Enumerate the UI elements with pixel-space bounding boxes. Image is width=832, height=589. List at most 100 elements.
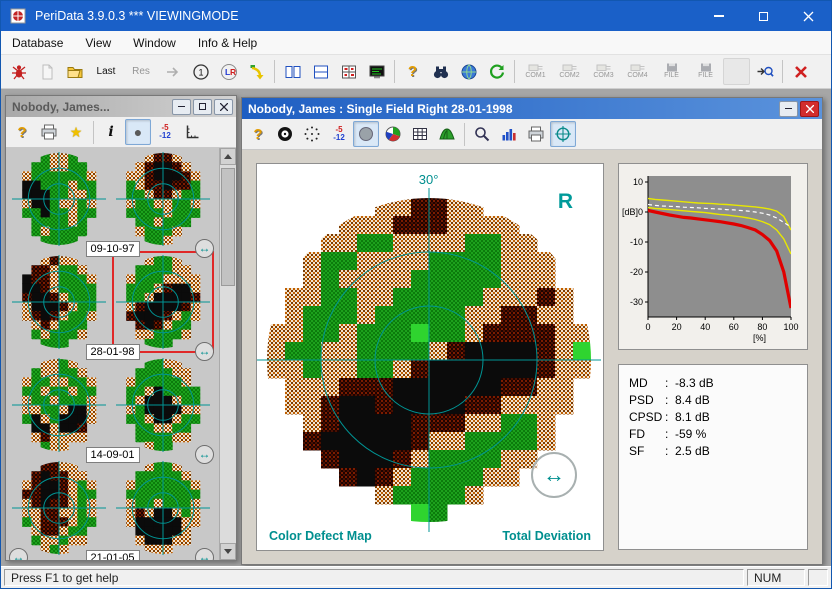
stat-value: -8.3 dB bbox=[675, 376, 714, 390]
toolbar-separator bbox=[394, 60, 395, 83]
left-right-button[interactable]: LR bbox=[215, 58, 242, 85]
toolbar-button-label: FILE bbox=[698, 72, 713, 80]
search-button[interactable] bbox=[427, 58, 454, 85]
svg-text:40: 40 bbox=[700, 322, 710, 332]
stat-colon bbox=[665, 427, 675, 441]
blank-button bbox=[723, 58, 750, 85]
grayscale-map-icon bbox=[276, 125, 294, 143]
field-close-button[interactable] bbox=[800, 101, 819, 117]
scroll-up-button[interactable] bbox=[220, 148, 236, 165]
menu-database[interactable]: Database bbox=[1, 32, 74, 54]
overview-minimize-button[interactable] bbox=[172, 99, 191, 115]
menu-info-help[interactable]: Info & Help bbox=[187, 32, 268, 54]
exam-thumbnail-21-01-05-left[interactable] bbox=[11, 460, 107, 556]
favorite-button[interactable]: ★ bbox=[63, 119, 89, 145]
help-button[interactable]: ? bbox=[245, 121, 271, 147]
com-icon bbox=[596, 63, 612, 72]
cursor-cross-button[interactable] bbox=[550, 121, 576, 147]
menu-window[interactable]: Window bbox=[122, 32, 187, 54]
display-mode-button[interactable] bbox=[363, 58, 390, 85]
zoom-button[interactable] bbox=[469, 121, 495, 147]
stat-value: 8.1 dB bbox=[675, 410, 710, 424]
histogram-button[interactable] bbox=[496, 121, 522, 147]
four-fields-button[interactable] bbox=[335, 58, 362, 85]
axes-button[interactable] bbox=[179, 119, 205, 145]
exam-thumbnail-09-10-97-right[interactable] bbox=[115, 151, 211, 247]
last-button[interactable]: Last bbox=[89, 58, 123, 85]
profile-3d-button[interactable] bbox=[434, 121, 460, 147]
status-bar: Press F1 to get help NUM bbox=[1, 566, 831, 588]
file-export-button: FILE bbox=[655, 58, 688, 85]
com2-button: COM2 bbox=[553, 58, 586, 85]
app-window: PeriData 3.9.0.3 *** VIEWINGMODE Databas… bbox=[0, 0, 832, 589]
stat-row-md: MD-8.3 dB bbox=[629, 374, 797, 391]
symbol-map-button[interactable] bbox=[299, 121, 325, 147]
print-button[interactable] bbox=[523, 121, 549, 147]
sector-chart-button[interactable] bbox=[380, 121, 406, 147]
stat-value: 2.5 dB bbox=[675, 444, 710, 458]
grayscale-map-button[interactable] bbox=[272, 121, 298, 147]
maximize-button[interactable] bbox=[741, 1, 786, 31]
stat-colon bbox=[665, 410, 675, 424]
split-view-button[interactable] bbox=[307, 58, 334, 85]
svg-text:80: 80 bbox=[757, 322, 767, 332]
grid-button[interactable] bbox=[407, 121, 433, 147]
print-icon bbox=[527, 125, 545, 143]
exam-thumbnail-09-10-97-left[interactable] bbox=[11, 151, 107, 247]
exam-thumbnail-28-01-98-left[interactable] bbox=[11, 254, 107, 350]
print-button[interactable] bbox=[36, 119, 62, 145]
scroll-down-button[interactable] bbox=[220, 543, 236, 560]
help-icon: ? bbox=[253, 127, 262, 142]
overview-title-bar[interactable]: Nobody, James... bbox=[6, 96, 236, 117]
stat-row-sf: SF2.5 dB bbox=[629, 442, 797, 459]
close-button[interactable] bbox=[786, 1, 831, 31]
print-icon bbox=[40, 123, 58, 141]
minimize-button[interactable] bbox=[696, 1, 741, 31]
zoom-mode-button[interactable] bbox=[751, 58, 778, 85]
exam-thumbnail-14-09-01-right[interactable] bbox=[115, 357, 211, 453]
open-button[interactable] bbox=[61, 58, 88, 85]
color-map-button[interactable] bbox=[353, 121, 379, 147]
toolbar-separator bbox=[274, 60, 275, 83]
scrollbar[interactable] bbox=[219, 148, 236, 560]
help-button[interactable]: ? bbox=[399, 58, 426, 85]
stat-colon bbox=[665, 444, 675, 458]
color-map-button[interactable]: ● bbox=[125, 119, 151, 145]
scale-button[interactable]: -5-12 bbox=[326, 121, 352, 147]
field-minimize-button[interactable] bbox=[779, 101, 798, 117]
field-title-bar[interactable]: Nobody, James : Single Field Right 28-01… bbox=[242, 98, 822, 119]
stat-row-fd: FD-59 % bbox=[629, 425, 797, 442]
scale-button[interactable]: -5-12 bbox=[152, 119, 178, 145]
title-bar[interactable]: PeriData 3.9.0.3 *** VIEWINGMODE bbox=[1, 1, 831, 31]
exit-button[interactable] bbox=[5, 58, 32, 85]
exam-date-label: 14-09-01 bbox=[85, 447, 139, 463]
exam-thumbnail-28-01-98-right[interactable] bbox=[115, 254, 211, 350]
exam-row: 09-10-97↔ bbox=[6, 151, 219, 254]
jump-button[interactable] bbox=[243, 58, 270, 85]
menu-view[interactable]: View bbox=[74, 32, 122, 54]
exam-thumbnail-14-09-01-left[interactable] bbox=[11, 357, 107, 453]
lr-icon: LR bbox=[220, 63, 238, 81]
scrollbar-thumb[interactable] bbox=[221, 168, 235, 286]
refresh-button[interactable] bbox=[483, 58, 510, 85]
single-exam-button[interactable]: 1 bbox=[187, 58, 214, 85]
screen-icon bbox=[368, 63, 386, 81]
eye-indicator-icon: ↔ bbox=[195, 342, 214, 361]
histogram-icon bbox=[500, 125, 518, 143]
arrows-glyph: ↔ bbox=[543, 462, 565, 488]
scrollbar-track[interactable] bbox=[220, 165, 236, 543]
two-fields-button[interactable] bbox=[279, 58, 306, 85]
toolbar-separator bbox=[514, 60, 515, 83]
com4-button: COM4 bbox=[621, 58, 654, 85]
info-button[interactable]: i bbox=[98, 119, 124, 145]
stat-row-psd: PSD8.4 dB bbox=[629, 391, 797, 408]
web-button[interactable] bbox=[455, 58, 482, 85]
scale-icon: -5-12 bbox=[333, 126, 345, 142]
close-window-button[interactable] bbox=[787, 58, 814, 85]
help-button[interactable]: ? bbox=[9, 119, 35, 145]
overview-maximize-button[interactable] bbox=[193, 99, 212, 115]
eye-movement-icon: ↔ bbox=[531, 452, 577, 498]
overview-close-button[interactable] bbox=[214, 99, 233, 115]
exam-thumbnail-21-01-05-right[interactable] bbox=[115, 460, 211, 556]
hill-icon bbox=[438, 125, 456, 143]
